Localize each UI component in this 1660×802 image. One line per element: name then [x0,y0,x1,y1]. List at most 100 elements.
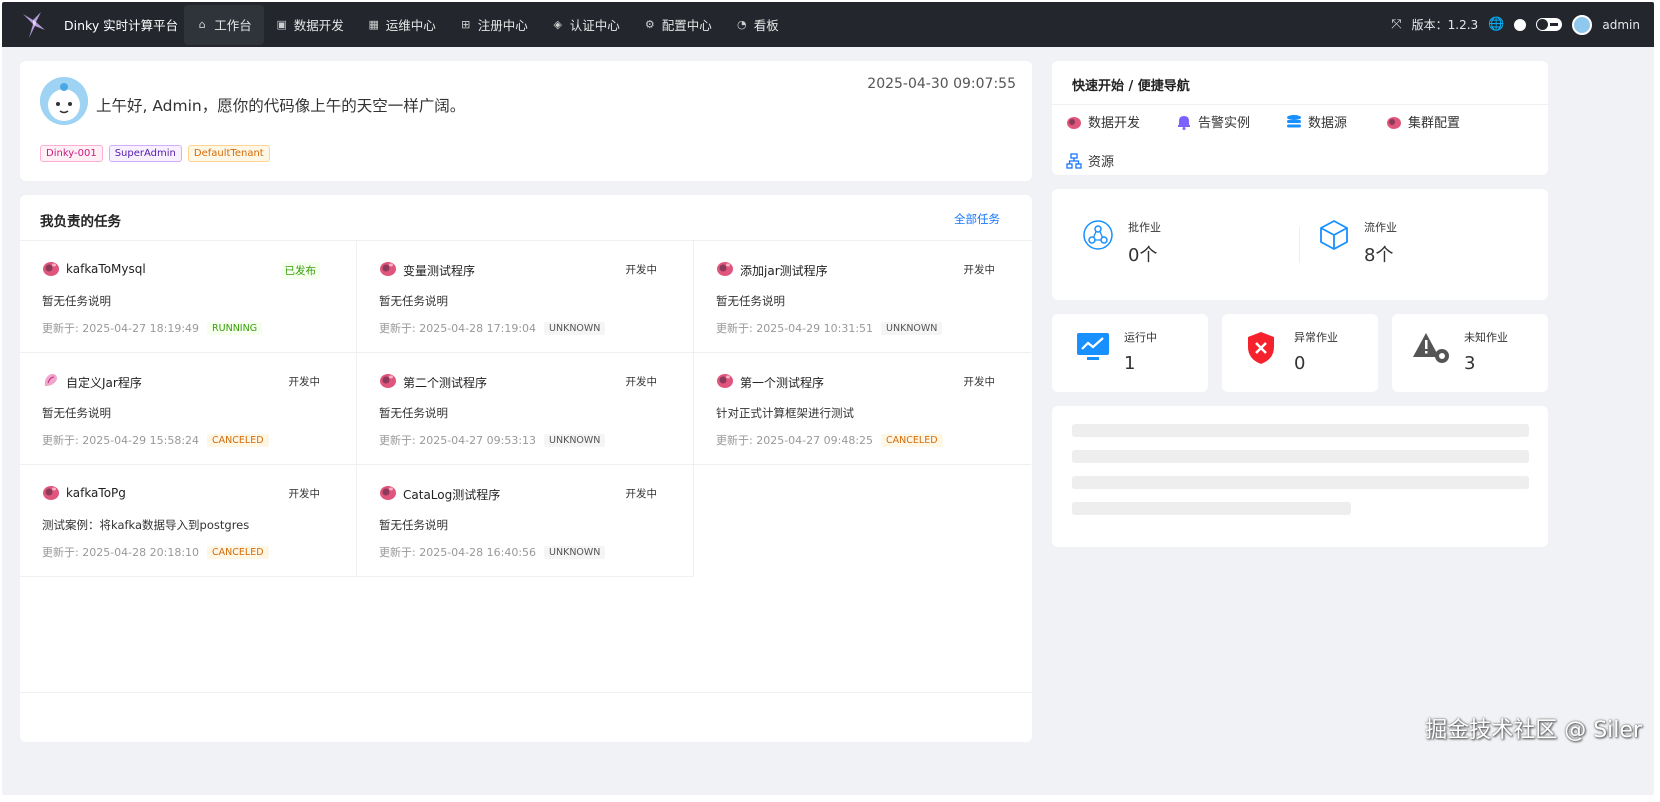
task-updated: 更新于: 2025-04-28 17:19:04 UNKNOWN [379,320,606,336]
user-name[interactable]: admin [1602,18,1640,32]
task-status-badge: 开发中 [625,376,658,388]
task-description: 暂无任务说明 [716,294,785,308]
skeleton-line [1072,450,1529,463]
quick-item-resource[interactable]: 资源 [1066,151,1114,170]
task-run-state-badge: CANCELED [207,545,269,559]
job-type-stats-card: 批作业 0个 流作业 8个 [1052,189,1548,300]
theme-dot-icon[interactable] [1514,18,1527,31]
unknown-warning-gear-icon [1413,333,1449,363]
running-jobs-card[interactable]: 运行中 1 [1052,314,1208,392]
nav-auth-center[interactable]: ◈ 认证中心 [540,5,632,45]
task-updated-time: 更新于: 2025-04-27 18:19:49 [42,322,200,335]
nav-label: 看板 [753,18,779,33]
task-updated-time: 更新于: 2025-04-27 09:53:13 [379,434,537,447]
theme-toggle[interactable] [1536,18,1563,31]
task-updated: 更新于: 2025-04-27 18:19:49 RUNNING [42,320,263,336]
quick-item-datasource[interactable]: 数据源 [1286,112,1347,131]
gear-icon: ⚙ [644,18,655,31]
batch-job-stat[interactable]: 批作业 0个 [1082,219,1161,267]
quick-nav-title: 快速开始 / 便捷导航 [1072,79,1190,94]
task-card[interactable]: CataLog测试程序 开发中 暂无任务说明 更新于: 2025-04-28 16:4… [357,465,694,577]
task-card[interactable]: 自定义Jar程序 开发中 暂无任务说明 更新于: 2025-04-29 15:58:2… [20,353,357,465]
flink-task-icon [43,486,59,500]
divider [1299,227,1300,263]
version-label: 版本：1.2.3 [1411,18,1479,32]
task-name: 变量测试程序 [403,264,476,278]
quick-item-data-dev[interactable]: 数据开发 [1066,112,1140,131]
current-time: 2025-04-30 09:07:55 [867,76,1016,92]
quick-item-alert[interactable]: 告警实例 [1176,112,1250,131]
task-description: 暂无任务说明 [379,518,448,532]
task-card[interactable]: kafkaToPg 开发中 测试案例：将kafka数据导入到postgres 更新于:… [20,465,357,577]
task-card[interactable]: 变量测试程序 开发中暂无任务说明更新于: 2025-04-28 17:19:04 U… [357,241,694,353]
task-updated: 更新于: 2025-04-29 15:58:24 CANCELED [42,432,269,448]
tasks-footer-divider [20,692,1032,693]
skeleton-line [1072,502,1351,515]
running-monitor-icon [1077,333,1109,360]
error-jobs-card[interactable]: 异常作业 0 [1222,314,1378,392]
task-updated-time: 更新于: 2025-04-29 10:31:51 [716,322,874,335]
task-run-state-badge: CANCELED [207,433,269,447]
task-name: 添加jar测试程序 [740,264,828,278]
task-status-badge: 开发中 [625,264,658,276]
error-label: 异常作业 [1294,331,1338,344]
user-tags: Dinky-001 SuperAdmin DefaultTenant [40,145,270,162]
task-name: 自定义Jar程序 [66,376,142,390]
app-frame: Dinky 实时计算平台 ⌂ 工作台 ▣ 数据开发 ▦ 运维中心 ⊞ 注册中心 … [2,2,1654,795]
task-run-state-badge: UNKNOWN [544,321,606,335]
greeting-text: 上午好, Admin，愿你的代码像上午的天空一样广阔。 [96,97,466,115]
task-run-state-badge: UNKNOWN [544,545,606,559]
dinky-logo-icon[interactable] [14,5,54,45]
nav-data-dev[interactable]: ▣ 数据开发 [264,5,356,45]
task-description: 暂无任务说明 [379,294,448,308]
dashboard-icon: ◔ [736,18,747,31]
shield-icon: ◈ [553,18,562,31]
quick-nav-card: 快速开始 / 便捷导航 数据开发 告警实例 数据源 集群配置 资源 [1052,61,1548,175]
task-updated-time: 更新于: 2025-04-27 09:48:25 [716,434,874,447]
task-card[interactable]: 第二个测试程序 开发中暂无任务说明更新于: 2025-04-27 09:53:13… [357,353,694,465]
task-name: 第二个测试程序 [403,376,488,390]
flink-task-icon [380,374,396,388]
task-run-state-badge: CANCELED [881,433,943,447]
quick-item-cluster[interactable]: 集群配置 [1386,112,1460,131]
brand-title[interactable]: Dinky 实时计算平台 [64,15,178,34]
stream-job-stat[interactable]: 流作业 8个 [1318,219,1397,267]
quick-item-label: 数据源 [1308,116,1348,131]
error-value: 0 [1294,353,1306,374]
nav-label: 配置中心 [661,18,712,33]
nav-dashboard[interactable]: ◔ 看板 [724,5,791,45]
task-card[interactable]: 添加jar测试程序 开发中 暂无任务说明 更新于: 2025-04-29 10:31:… [694,241,1031,353]
divider [1052,104,1548,105]
task-run-state-badge: UNKNOWN [544,433,606,447]
task-card[interactable]: kafkaToMysql 已发布 暂无任务说明 更新于: 2025-04-27 18:… [20,241,357,353]
flink-icon [1067,116,1081,129]
task-description: 暂无任务说明 [42,406,111,420]
nav-config-center[interactable]: ⚙ 配置中心 [632,5,724,45]
task-updated: 更新于: 2025-04-27 09:53:13 UNKNOWN [379,432,606,448]
nav-registry-center[interactable]: ⊞ 注册中心 [448,5,540,45]
quick-item-label: 数据开发 [1088,116,1141,131]
task-updated-time: 更新于: 2025-04-28 16:40:56 [379,546,537,559]
resource-tree-icon [1066,152,1082,169]
task-description: 针对正式计算框架进行测试 [716,406,854,420]
task-card[interactable]: 第一个测试程序 开发中 针对正式计算框架进行测试 更新于: 2025-04-27 09… [694,353,1031,465]
running-value: 1 [1124,353,1136,374]
nav-label: 认证中心 [569,18,620,33]
nav-workbench[interactable]: ⌂ 工作台 [184,4,264,45]
nav-ops-center[interactable]: ▦ 运维中心 [356,5,448,45]
task-updated: 更新于: 2025-04-27 09:48:25 CANCELED [716,432,943,448]
user-avatar[interactable] [1572,14,1593,35]
avatar[interactable] [40,77,88,125]
quick-item-label: 集群配置 [1408,116,1461,131]
unknown-jobs-card[interactable]: 未知作业 3 [1392,314,1548,392]
fullscreen-icon[interactable]: ⤧ [1391,17,1401,32]
nav-label: 工作台 [214,18,252,33]
task-status-badge: 开发中 [625,488,658,500]
tag-tenant-code: Dinky-001 [40,145,103,162]
language-globe-icon[interactable]: 🌐 [1488,17,1504,32]
all-tasks-link[interactable]: 全部任务 [954,211,1000,227]
stream-job-label: 流作业 [1364,221,1397,234]
task-name: 第一个测试程序 [740,376,825,390]
task-description: 暂无任务说明 [379,406,448,420]
bell-icon [1178,115,1190,130]
